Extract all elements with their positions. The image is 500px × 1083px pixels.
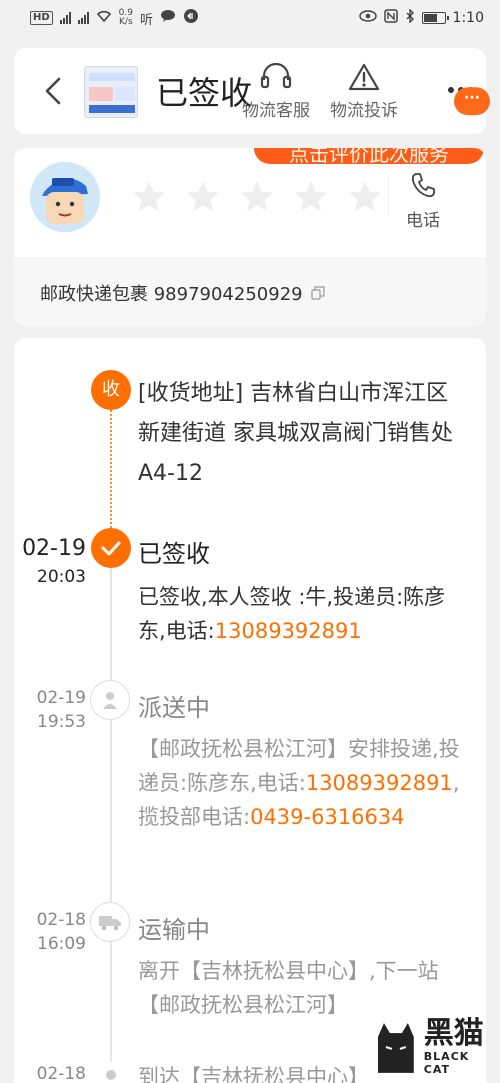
truck-icon (99, 916, 121, 931)
header-card: 已签收 物流客服 物流投诉 ··· (14, 48, 490, 134)
phone-label: 电话 (406, 211, 440, 231)
status-bar: HD 0.9 K/s 听 1:10 (0, 0, 500, 36)
star-icon[interactable] (184, 178, 222, 216)
battery-icon (421, 12, 449, 24)
service-label: 物流客服 (242, 101, 310, 121)
delivery-person-node (90, 680, 130, 720)
node-dot (106, 1070, 116, 1080)
timeline-line (110, 568, 112, 680)
eye-icon (358, 10, 377, 26)
event-status: 派送中 (138, 694, 210, 722)
event-status: 已签收 (138, 540, 210, 568)
rating-stars[interactable] (130, 178, 384, 216)
complaint-label: 物流投诉 (330, 101, 398, 121)
arrived-node (106, 1070, 116, 1080)
address-node: 收 (91, 370, 131, 410)
star-icon[interactable] (346, 178, 384, 216)
courier-phone-link[interactable]: 13089392891 (215, 619, 362, 643)
divider (388, 176, 389, 216)
check-icon (101, 541, 121, 556)
event-date: 02-19 19:53 (37, 688, 86, 732)
wifi-icon (96, 9, 112, 27)
watermark-logo: 黑猫 BLACK CAT (374, 1010, 500, 1083)
network-speed: 0.9 K/s (119, 9, 133, 27)
signal-icon (59, 12, 71, 24)
back-button[interactable] (40, 76, 68, 106)
star-icon[interactable] (238, 178, 276, 216)
event-status: 运输中 (138, 916, 210, 944)
courier-avatar (30, 162, 100, 232)
warning-icon (348, 63, 380, 91)
clock: 1:10 (452, 10, 484, 26)
signed-check-node (91, 528, 131, 568)
message-badge[interactable]: ··· (454, 87, 490, 116)
event-date: 02-18 16:09 (37, 910, 86, 954)
nfc-icon (383, 9, 398, 27)
event-date-day: 02-19 (36, 688, 86, 708)
logistics-service-button[interactable]: 物流客服 (242, 62, 310, 121)
timeline-line (110, 942, 112, 1062)
copy-icon[interactable] (311, 285, 325, 300)
event-date-time: 19:53 (37, 712, 86, 732)
event-date-day: 02-18 (36, 910, 86, 930)
depot-phone-link[interactable]: 0439-6316634 (250, 805, 405, 829)
logistics-complaint-button[interactable]: 物流投诉 (330, 62, 398, 121)
page-title: 已签收 (156, 74, 253, 112)
app-notification: 听 (140, 12, 154, 28)
star-icon[interactable] (292, 178, 330, 216)
signal-icon-2 (77, 12, 89, 24)
parcel-text: 邮政快递包裹 9897904250929 (40, 283, 303, 305)
transit-truck-node (90, 902, 130, 942)
cat-logo-icon (377, 1022, 414, 1073)
event-date-time: 16:09 (37, 934, 86, 954)
star-icon[interactable] (130, 178, 168, 216)
watermark-text: 黑猫 BLACK CAT (423, 1015, 500, 1076)
status-right: 1:10 (358, 8, 484, 27)
voice-icon (183, 8, 199, 28)
event-date-day: 02-19 (22, 536, 86, 561)
status-left: HD 0.9 K/s 听 (30, 8, 199, 28)
battery-fill (423, 14, 437, 22)
delivery-address: [收货地址] 吉林省白山市浑江区 新建街道 家具城双高阀门销售处A4-12 (138, 381, 453, 486)
event-date-day: 02-18 (36, 1064, 86, 1083)
hd-indicator: HD (30, 11, 53, 25)
timeline-line (110, 720, 112, 902)
chat-icon (160, 9, 176, 27)
rate-service-banner[interactable]: 点击评价此次服务 (254, 148, 484, 164)
timeline-line-dashed (110, 410, 112, 528)
chevron-left-icon (45, 77, 61, 105)
event-detail: 已签收,本人签收 :牛,投递员:陈彦东,电话:13089392891 (138, 580, 468, 648)
parcel-info-row: 邮政快递包裹 9897904250929 (14, 258, 486, 326)
person-icon (103, 692, 117, 709)
courier-card: 点击评价此次服务 电话 邮政快递包裹 9897904250929 (14, 148, 486, 326)
watermark-cn: 黑猫 (423, 1015, 484, 1051)
watermark-en: BLACK CAT (423, 1049, 470, 1076)
event-detail: 【邮政抚松县松江河】安排投递,投递员:陈彦东,电话:13089392891,揽投… (138, 732, 468, 834)
call-courier-button[interactable]: 电话 (406, 170, 440, 231)
headset-icon (260, 62, 292, 89)
product-thumbnail[interactable] (84, 66, 138, 118)
speed-unit: K/s (119, 17, 133, 27)
event-date-time: 20:03 (37, 567, 86, 587)
courier-phone-link[interactable]: 13089392891 (306, 771, 453, 795)
bluetooth-icon (405, 8, 415, 27)
phone-icon (411, 173, 435, 198)
event-date: 02-19 20:03 (22, 536, 86, 587)
event-date: 02-18 (37, 1064, 86, 1083)
